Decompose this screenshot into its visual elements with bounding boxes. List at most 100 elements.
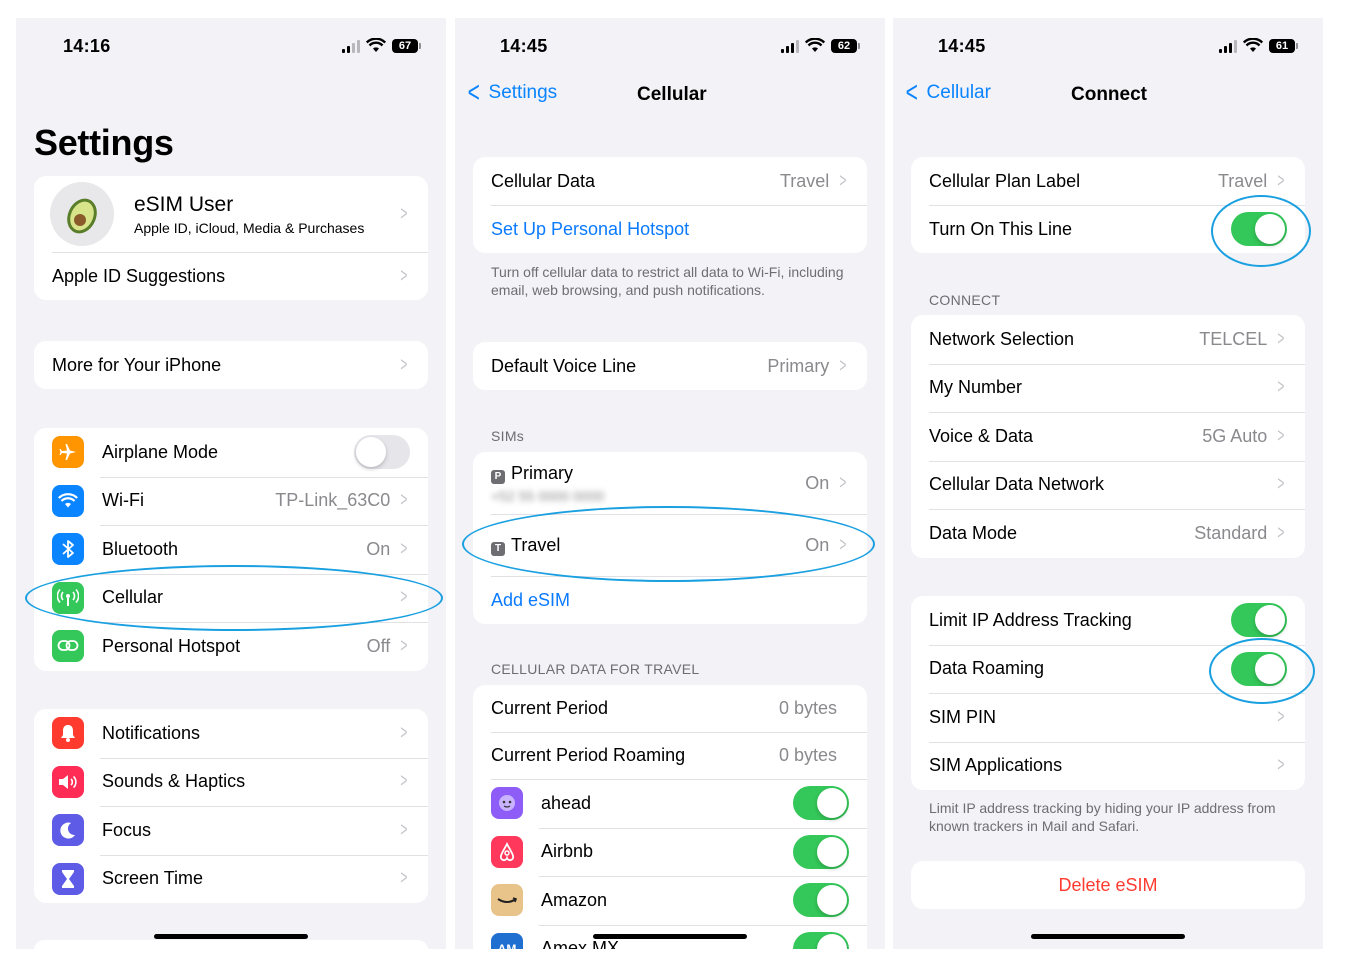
chevron-right-icon: >	[400, 721, 408, 744]
sim-applications-row[interactable]: SIM Applications >	[911, 741, 1305, 791]
row-label: Amex MX	[541, 938, 620, 949]
apple-id-suggestions-row[interactable]: Apple ID Suggestions >	[34, 252, 428, 300]
turn-on-line-toggle[interactable]	[1231, 212, 1287, 246]
row-value: Standard	[1194, 522, 1268, 543]
privacy-group: Limit IP Address Tracking Data Roaming S…	[911, 596, 1305, 790]
app-data-toggle[interactable]	[793, 883, 849, 918]
back-label: Settings	[488, 82, 558, 103]
bluetooth-value: On	[366, 538, 391, 559]
sounds-haptics-row[interactable]: Sounds & Haptics >	[34, 757, 428, 807]
profile-name: eSIM User	[134, 192, 234, 216]
settings-screen: 14:16 67 Settings eSIM User Apple ID, iC…	[16, 18, 446, 949]
back-button[interactable]: < Cellular	[903, 78, 991, 108]
default-voice-line-row[interactable]: Default Voice Line Primary >	[473, 342, 867, 390]
chevron-right-icon: >	[1277, 705, 1285, 728]
row-value: Travel	[1217, 170, 1268, 191]
sim-primary-row[interactable]: P Primary +52 55 0000 0000 On >	[473, 452, 867, 514]
status-icons: 67	[342, 38, 421, 53]
chevron-right-icon: >	[1277, 754, 1285, 777]
data-roaming-toggle[interactable]	[1231, 651, 1287, 686]
row-label: Sounds & Haptics	[102, 771, 246, 792]
my-number-row[interactable]: My Number >	[911, 363, 1305, 413]
row-label: Voice & Data	[929, 425, 1034, 446]
chevron-right-icon: >	[400, 489, 408, 512]
bluetooth-row[interactable]: Bluetooth On >	[34, 525, 428, 574]
row-label: Data Roaming	[929, 658, 1045, 679]
speaker-icon	[52, 765, 84, 798]
network-selection-row[interactable]: Network Selection TELCEL >	[911, 315, 1305, 364]
voice-data-row[interactable]: Voice & Data 5G Auto >	[911, 412, 1305, 461]
row-label: Add eSIM	[491, 589, 571, 610]
airplane-mode-row[interactable]: Airplane Mode	[34, 428, 428, 477]
home-indicator	[1031, 934, 1185, 939]
wifi-status-icon	[805, 38, 825, 52]
limit-ip-toggle[interactable]	[1231, 603, 1287, 638]
usage-group: Current Period 0 bytes Current Period Ro…	[473, 685, 867, 949]
airplane-mode-toggle[interactable]	[354, 435, 410, 470]
row-label: Primary	[511, 462, 573, 483]
row-value: 0 bytes	[778, 698, 837, 718]
status-icons: 62	[781, 38, 860, 53]
nav-title: Connect	[1071, 84, 1147, 105]
row-value: Primary	[767, 355, 830, 376]
row-label: Turn On This Line	[929, 218, 1073, 239]
status-icons: 61	[1219, 38, 1298, 53]
back-button[interactable]: < Settings	[465, 78, 558, 108]
home-indicator	[154, 934, 308, 939]
avocado-avatar-icon	[50, 182, 114, 246]
app-data-toggle[interactable]	[793, 931, 849, 949]
cellular-data-group: Cellular Data Travel > Set Up Personal H…	[473, 157, 867, 253]
row-label: Data Mode	[929, 522, 1018, 543]
wifi-icon	[52, 484, 84, 517]
delete-esim-button[interactable]: Delete eSIM	[911, 861, 1305, 909]
current-period-row: Current Period 0 bytes	[473, 685, 867, 732]
row-label: Cellular Data Network	[929, 474, 1105, 495]
signal-icon	[342, 39, 360, 53]
screen-time-row[interactable]: Screen Time >	[34, 854, 428, 904]
sim-travel-row[interactable]: T Travel On >	[473, 514, 867, 576]
cellular-row[interactable]: Cellular >	[34, 573, 428, 623]
focus-row[interactable]: Focus >	[34, 806, 428, 855]
turn-on-line-row: Turn On This Line	[911, 205, 1305, 253]
add-esim-row[interactable]: Add eSIM	[473, 576, 867, 624]
antenna-icon	[52, 581, 84, 614]
app-data-toggle[interactable]	[793, 834, 849, 869]
cellular-data-network-row[interactable]: Cellular Data Network >	[911, 460, 1305, 510]
set-up-hotspot-row[interactable]: Set Up Personal Hotspot	[473, 205, 867, 253]
cellular-data-row[interactable]: Cellular Data Travel >	[473, 157, 867, 205]
next-group-peek	[34, 940, 428, 949]
cellular-plan-label-row[interactable]: Cellular Plan Label Travel >	[911, 157, 1305, 205]
sim-pin-row[interactable]: SIM PIN >	[911, 693, 1305, 742]
row-label: Notifications	[102, 722, 201, 743]
app-data-toggle[interactable]	[793, 786, 849, 821]
row-value: 5G Auto	[1202, 425, 1268, 446]
wifi-status-icon	[1243, 38, 1263, 52]
row-label: My Number	[929, 377, 1023, 398]
row-label: Current Period	[491, 698, 609, 718]
more-for-iphone-row[interactable]: More for Your iPhone >	[34, 341, 428, 389]
row-label: SIM PIN	[929, 706, 997, 727]
connect-header: CONNECT	[929, 292, 1001, 308]
app-row-ahead: ahead	[473, 779, 867, 828]
chevron-right-icon: >	[1277, 169, 1285, 192]
chevron-right-icon: >	[400, 586, 408, 609]
back-label: Cellular	[926, 82, 991, 103]
wifi-row[interactable]: Airplane Mode Wi-Fi TP-Link_63C0 >	[34, 476, 428, 526]
row-label: Focus	[102, 819, 152, 840]
personal-hotspot-row[interactable]: Personal Hotspot Off >	[34, 622, 428, 671]
cellular-screen: 14:45 62 < Settings Cellular Cellular Da…	[455, 18, 885, 949]
profile-row[interactable]: eSIM User Apple ID, iCloud, Media & Purc…	[34, 176, 428, 252]
signal-icon	[781, 39, 799, 53]
chevron-right-icon: >	[839, 471, 847, 494]
data-mode-row[interactable]: Data Mode Standard >	[911, 509, 1305, 558]
signal-icon	[1219, 39, 1237, 53]
chevron-right-icon: >	[400, 818, 408, 841]
status-time: 14:45	[938, 36, 986, 56]
airbnb-app-icon	[491, 835, 523, 868]
notifications-row[interactable]: Notifications >	[34, 709, 428, 758]
row-label: Current Period Roaming	[491, 745, 686, 765]
general-group: Notifications > Sounds & Haptics > Focus…	[34, 709, 428, 903]
row-label: Personal Hotspot	[102, 635, 241, 656]
row-label: Travel	[511, 534, 561, 555]
row-value: On	[805, 534, 830, 555]
